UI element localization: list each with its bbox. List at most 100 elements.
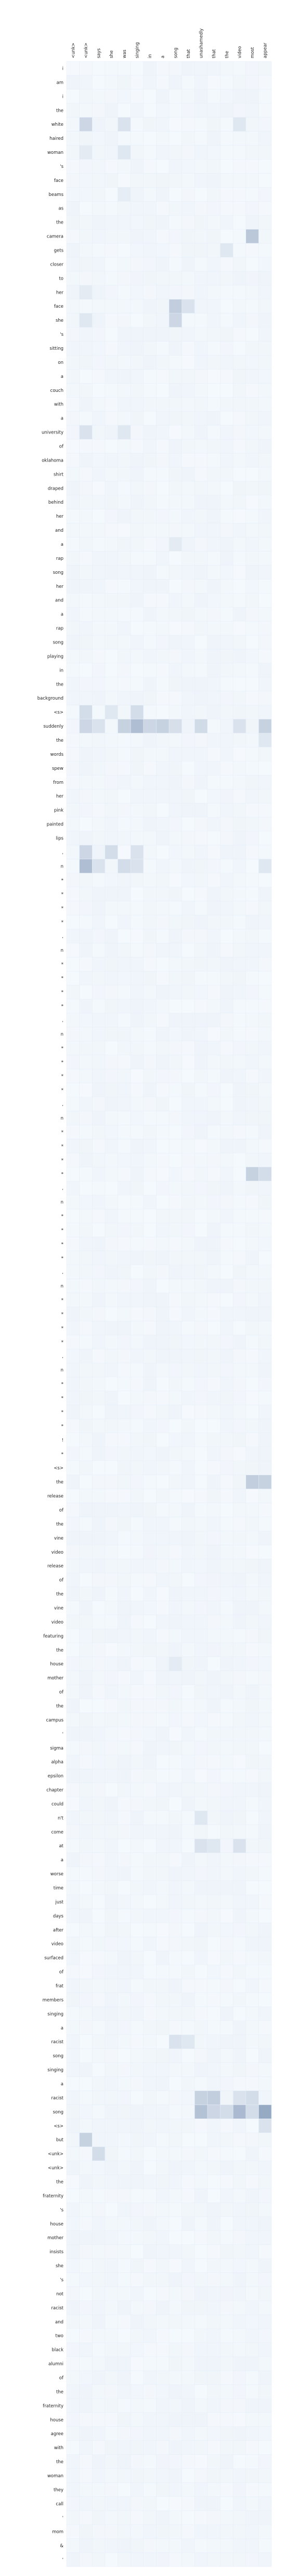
heatmap-cell [156, 1377, 170, 1391]
heatmap-cell [258, 1657, 272, 1671]
heatmap-cell [105, 383, 118, 398]
heatmap-cell [182, 1321, 195, 1335]
heatmap-cell [220, 607, 234, 622]
heatmap-cell [67, 747, 80, 761]
heatmap-cell [79, 1587, 93, 1601]
heatmap-cell [182, 1727, 195, 1741]
heatmap-cell [79, 1545, 93, 1559]
heatmap-cell [131, 1055, 144, 1069]
heatmap-cell [220, 159, 234, 174]
heatmap-cell [105, 2048, 118, 2063]
y-tick-label: * [61, 1298, 63, 1303]
heatmap-cell [79, 1363, 93, 1377]
heatmap-cell [169, 467, 182, 481]
heatmap-cell [207, 187, 221, 202]
heatmap-cell [169, 957, 182, 971]
heatmap-cell [195, 439, 208, 453]
heatmap-cell [258, 509, 272, 523]
heatmap-cell [258, 453, 272, 467]
heatmap-cell [156, 1321, 170, 1335]
heatmap-cell [131, 481, 144, 495]
heatmap-cell [245, 1642, 259, 1657]
heatmap-cell [105, 621, 118, 636]
y-tick-label: a [61, 416, 63, 422]
heatmap-cell [233, 173, 246, 188]
heatmap-cell [182, 691, 195, 705]
heatmap-cell [220, 1531, 234, 1545]
heatmap-cell [182, 929, 195, 943]
heatmap-cell [220, 1489, 234, 1503]
heatmap-cell [258, 467, 272, 481]
heatmap-cell [79, 1139, 93, 1153]
x-axis-labels: <unk> <unk> says she was singing in a song that un… [71, 29, 268, 58]
heatmap-cell [79, 2371, 93, 2385]
heatmap-cell [92, 1125, 105, 1139]
heatmap-cell [195, 915, 208, 929]
y-tick-label: woman [47, 150, 63, 155]
heatmap-cell [245, 201, 259, 216]
heatmap-cell [79, 1671, 93, 1685]
heatmap-cell [118, 971, 131, 985]
heatmap-cell [233, 1475, 246, 1489]
heatmap-cell [233, 1503, 246, 1517]
heatmap-cell [143, 383, 157, 398]
heatmap-cell [233, 943, 246, 957]
heatmap-cell [233, 1097, 246, 1111]
heatmap-cell [118, 2371, 131, 2385]
heatmap-cell [67, 663, 80, 677]
heatmap-cell [233, 1377, 246, 1391]
heatmap-cell [195, 635, 208, 649]
heatmap-cell [245, 495, 259, 509]
heatmap-cell [131, 2034, 144, 2049]
y-tick-label: two [56, 2334, 64, 2339]
heatmap-cell [258, 719, 272, 733]
heatmap-cell [233, 929, 246, 943]
heatmap-cell [156, 1069, 170, 1083]
heatmap-cell [92, 481, 105, 495]
heatmap-cell [169, 1923, 182, 1937]
heatmap-cell [258, 2216, 272, 2231]
heatmap-cell [156, 1727, 170, 1741]
heatmap-cell [131, 1335, 144, 1349]
heatmap-cell [182, 1881, 195, 1895]
heatmap-cell [207, 2482, 221, 2497]
heatmap-cell [67, 1517, 80, 1531]
heatmap-cell [118, 1838, 131, 1853]
heatmap-cell [156, 425, 170, 440]
heatmap-cell [233, 1447, 246, 1461]
heatmap-cell [169, 201, 182, 216]
heatmap-cell [156, 2202, 170, 2217]
heatmap-cell [182, 551, 195, 566]
heatmap-cell [131, 929, 144, 943]
heatmap-cell [143, 2244, 157, 2259]
heatmap-cell [156, 453, 170, 467]
heatmap-cell [182, 2440, 195, 2455]
heatmap-cell [92, 1628, 105, 1643]
heatmap-cell [143, 2412, 157, 2427]
x-tick-label: video [237, 46, 242, 58]
heatmap-cell [156, 89, 170, 103]
heatmap-cell [207, 1769, 221, 1783]
heatmap-cell [79, 2034, 93, 2049]
heatmap-cell [79, 1713, 93, 1727]
heatmap-cell [92, 2286, 105, 2301]
heatmap-cell [67, 1293, 80, 1307]
heatmap-cell [118, 1293, 131, 1307]
heatmap-cell [131, 369, 144, 384]
heatmap-cell [182, 915, 195, 929]
heatmap-cell [67, 1083, 80, 1097]
heatmap-cell [207, 453, 221, 467]
heatmap-cell [169, 131, 182, 146]
heatmap-cell [245, 1097, 259, 1111]
heatmap-cell [156, 299, 170, 313]
heatmap-cell [105, 1587, 118, 1601]
heatmap-cell [220, 103, 234, 117]
heatmap-cell [207, 383, 221, 398]
heatmap-cell [207, 1167, 221, 1181]
heatmap-cell [245, 327, 259, 341]
heatmap-cell [195, 2091, 208, 2105]
heatmap-cell [195, 1769, 208, 1783]
heatmap-cell [67, 1545, 80, 1559]
heatmap-cell [131, 1391, 144, 1405]
heatmap-cell [207, 2553, 221, 2567]
